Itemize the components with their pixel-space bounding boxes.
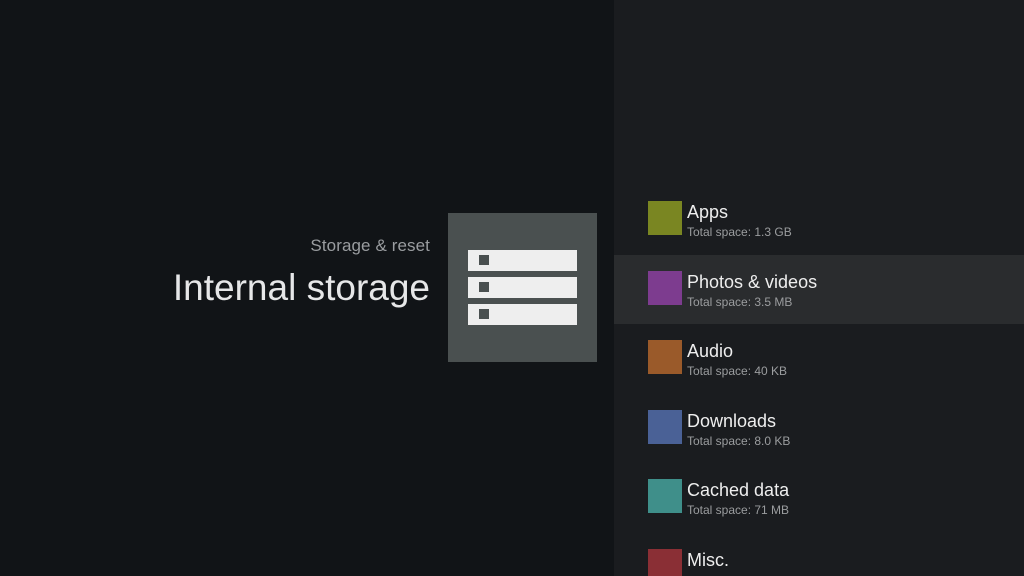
misc-color-swatch: [648, 548, 682, 576]
guidance-pane: Storage & reset Internal storage: [0, 0, 614, 576]
item-title: Cached data: [687, 480, 790, 500]
drive-led-1: [479, 255, 489, 265]
item-subtitle: Total space: 1.3 GB: [687, 225, 792, 239]
storage-icon-graphic: [468, 250, 577, 325]
storage-item-cached-data[interactable]: Cached data Total space: 71 MB: [614, 463, 1024, 533]
downloads-color-swatch: [648, 409, 682, 444]
actions-pane: Apps Total space: 1.3 GB Photos & videos…: [614, 0, 1024, 576]
item-subtitle: Total space: 8.0 KB: [687, 433, 791, 448]
item-title: Audio: [687, 341, 734, 361]
storage-screen: Storage & reset Internal storage Apps To…: [0, 0, 1024, 576]
audio-color-swatch: [648, 340, 682, 374]
breadcrumb: Storage & reset: [310, 236, 430, 255]
storage-item-downloads[interactable]: Downloads Total space: 8.0 KB: [614, 394, 1024, 464]
item-subtitle: Total space: 3.5 MB: [687, 294, 793, 309]
storage-item-apps[interactable]: Apps Total space: 1.3 GB: [614, 185, 1024, 255]
item-title: Misc.: [687, 549, 729, 570]
item-title: Photos & videos: [687, 271, 818, 292]
item-subtitle: Total space: 40 KB: [687, 364, 788, 378]
item-title: Apps: [687, 202, 729, 222]
drive-led-2: [479, 282, 489, 292]
storage-category-list: Apps Total space: 1.3 GB Photos & videos…: [614, 185, 1024, 576]
item-subtitle: Total space: 71 MB: [687, 503, 790, 517]
apps-color-swatch: [648, 201, 682, 235]
storage-icon: [448, 213, 597, 362]
storage-item-photos-videos[interactable]: Photos & videos Total space: 3.5 MB: [614, 254, 1024, 324]
storage-item-misc[interactable]: Misc.: [614, 533, 1024, 576]
storage-item-audio[interactable]: Audio Total space: 40 KB: [614, 324, 1024, 394]
item-title: Downloads: [687, 410, 777, 431]
page-title: Internal storage: [172, 267, 430, 308]
photos-videos-color-swatch: [648, 270, 682, 305]
cached-data-color-swatch: [648, 479, 682, 513]
drive-led-3: [479, 309, 489, 319]
